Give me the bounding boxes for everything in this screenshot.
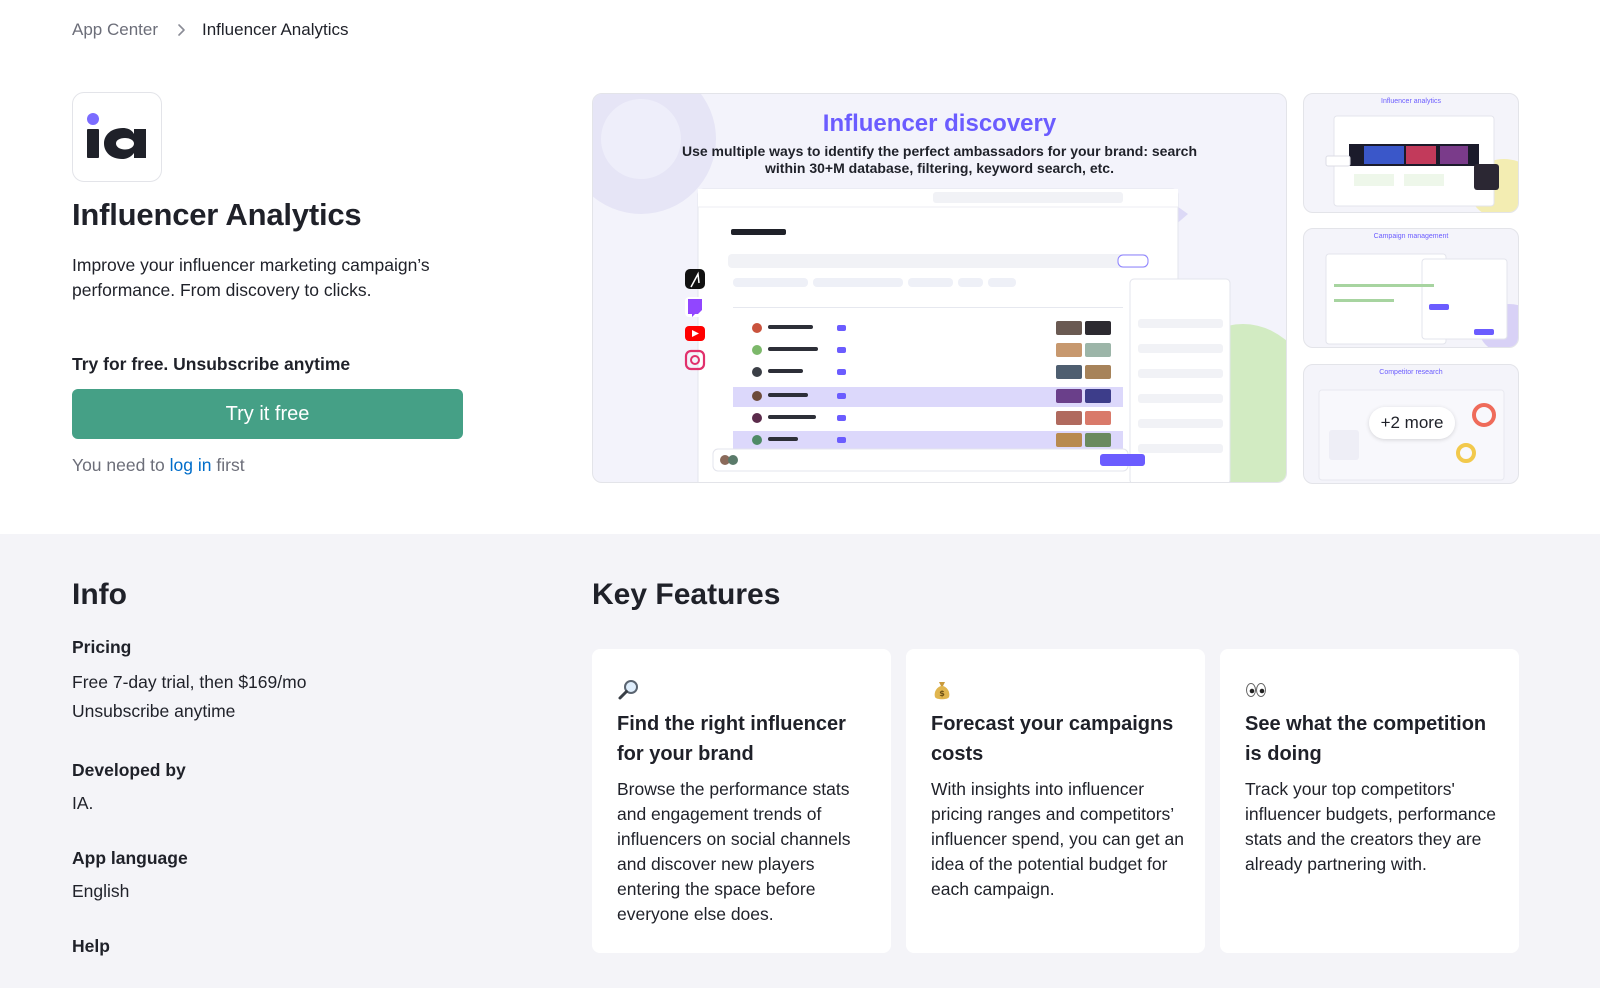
breadcrumb: App Center Influencer Analytics (72, 20, 348, 40)
thumbnail-campaign-management[interactable]: Campaign management (1303, 228, 1519, 348)
feature-card-forecast-costs: $ Forecast your campaigns costs With ins… (906, 649, 1205, 953)
thumbnail-influencer-analytics[interactable]: Influencer analytics (1303, 93, 1519, 213)
feature-card-body: With insights into influencer pricing ra… (931, 779, 1184, 899)
thumbnail-2-title: Campaign management (1373, 233, 1449, 240)
feature-card-body: Track your top competitors' influencer b… (1245, 779, 1496, 874)
app-description: Improve your influencer marketing campai… (72, 255, 430, 300)
developer-value: IA. (72, 793, 94, 813)
thumbnail-illustration (1325, 115, 1518, 212)
pricing-value-2: Unsubscribe anytime (72, 701, 236, 721)
feature-card-body: Browse the performance stats and engagem… (617, 779, 851, 924)
breadcrumb-current: Influencer Analytics (202, 20, 349, 39)
main-screenshot[interactable]: Influencer discovery Use multiple ways t… (592, 93, 1287, 483)
try-it-free-button[interactable]: Try it free (72, 389, 463, 439)
app-language-label: App language (72, 848, 188, 868)
thumbnail-competitor-research[interactable]: Competitor research +2 more (1303, 364, 1519, 484)
magnifier-icon (618, 680, 638, 700)
ia-logo-icon (87, 113, 146, 159)
main-screenshot-title: Influencer discovery (822, 110, 1057, 137)
key-features-heading: Key Features (592, 578, 781, 611)
thumbnail-1-title: Influencer analytics (1381, 98, 1441, 105)
main-screenshot-subtitle: Use multiple ways to identify the perfec… (681, 143, 1198, 176)
login-link[interactable]: log in (170, 455, 212, 475)
chevron-right-icon (174, 23, 188, 37)
more-screenshots-pill[interactable]: +2 more (1369, 407, 1455, 439)
feature-card-find-influencer: Find the right influencer for your brand… (592, 649, 891, 953)
money-bag-icon: $ (934, 682, 950, 700)
breadcrumb-app-center-link[interactable]: App Center (72, 20, 158, 40)
app-language-value: English (72, 881, 130, 901)
app-title: Influencer Analytics (72, 197, 362, 232)
help-label: Help (72, 936, 110, 956)
login-note: You need to log in first (72, 455, 245, 476)
thumbnail-illustration (1325, 253, 1518, 347)
app-logo (72, 92, 162, 182)
feature-card-title: Find the right influencer for your brand (617, 713, 846, 765)
thumbnail-3-title: Competitor research (1379, 369, 1443, 376)
details-section: Info Pricing Free 7-day trial, then $169… (0, 534, 1600, 988)
feature-card-competition: See what the competition is doing Track … (1220, 649, 1519, 953)
feature-card-title: See what the competition is doing (1245, 713, 1487, 765)
pricing-label: Pricing (72, 637, 132, 657)
login-suffix: first (211, 455, 245, 475)
developer-label: Developed by (72, 760, 186, 780)
feature-card-title: Forecast your campaigns costs (931, 713, 1174, 765)
login-prefix: You need to (72, 455, 170, 475)
svg-text:$: $ (939, 689, 945, 698)
eyes-icon (1246, 683, 1266, 697)
trial-note: Try for free. Unsubscribe anytime (72, 354, 351, 374)
pricing-value-1: Free 7-day trial, then $169/mo (72, 672, 307, 692)
info-heading: Info (72, 578, 127, 611)
